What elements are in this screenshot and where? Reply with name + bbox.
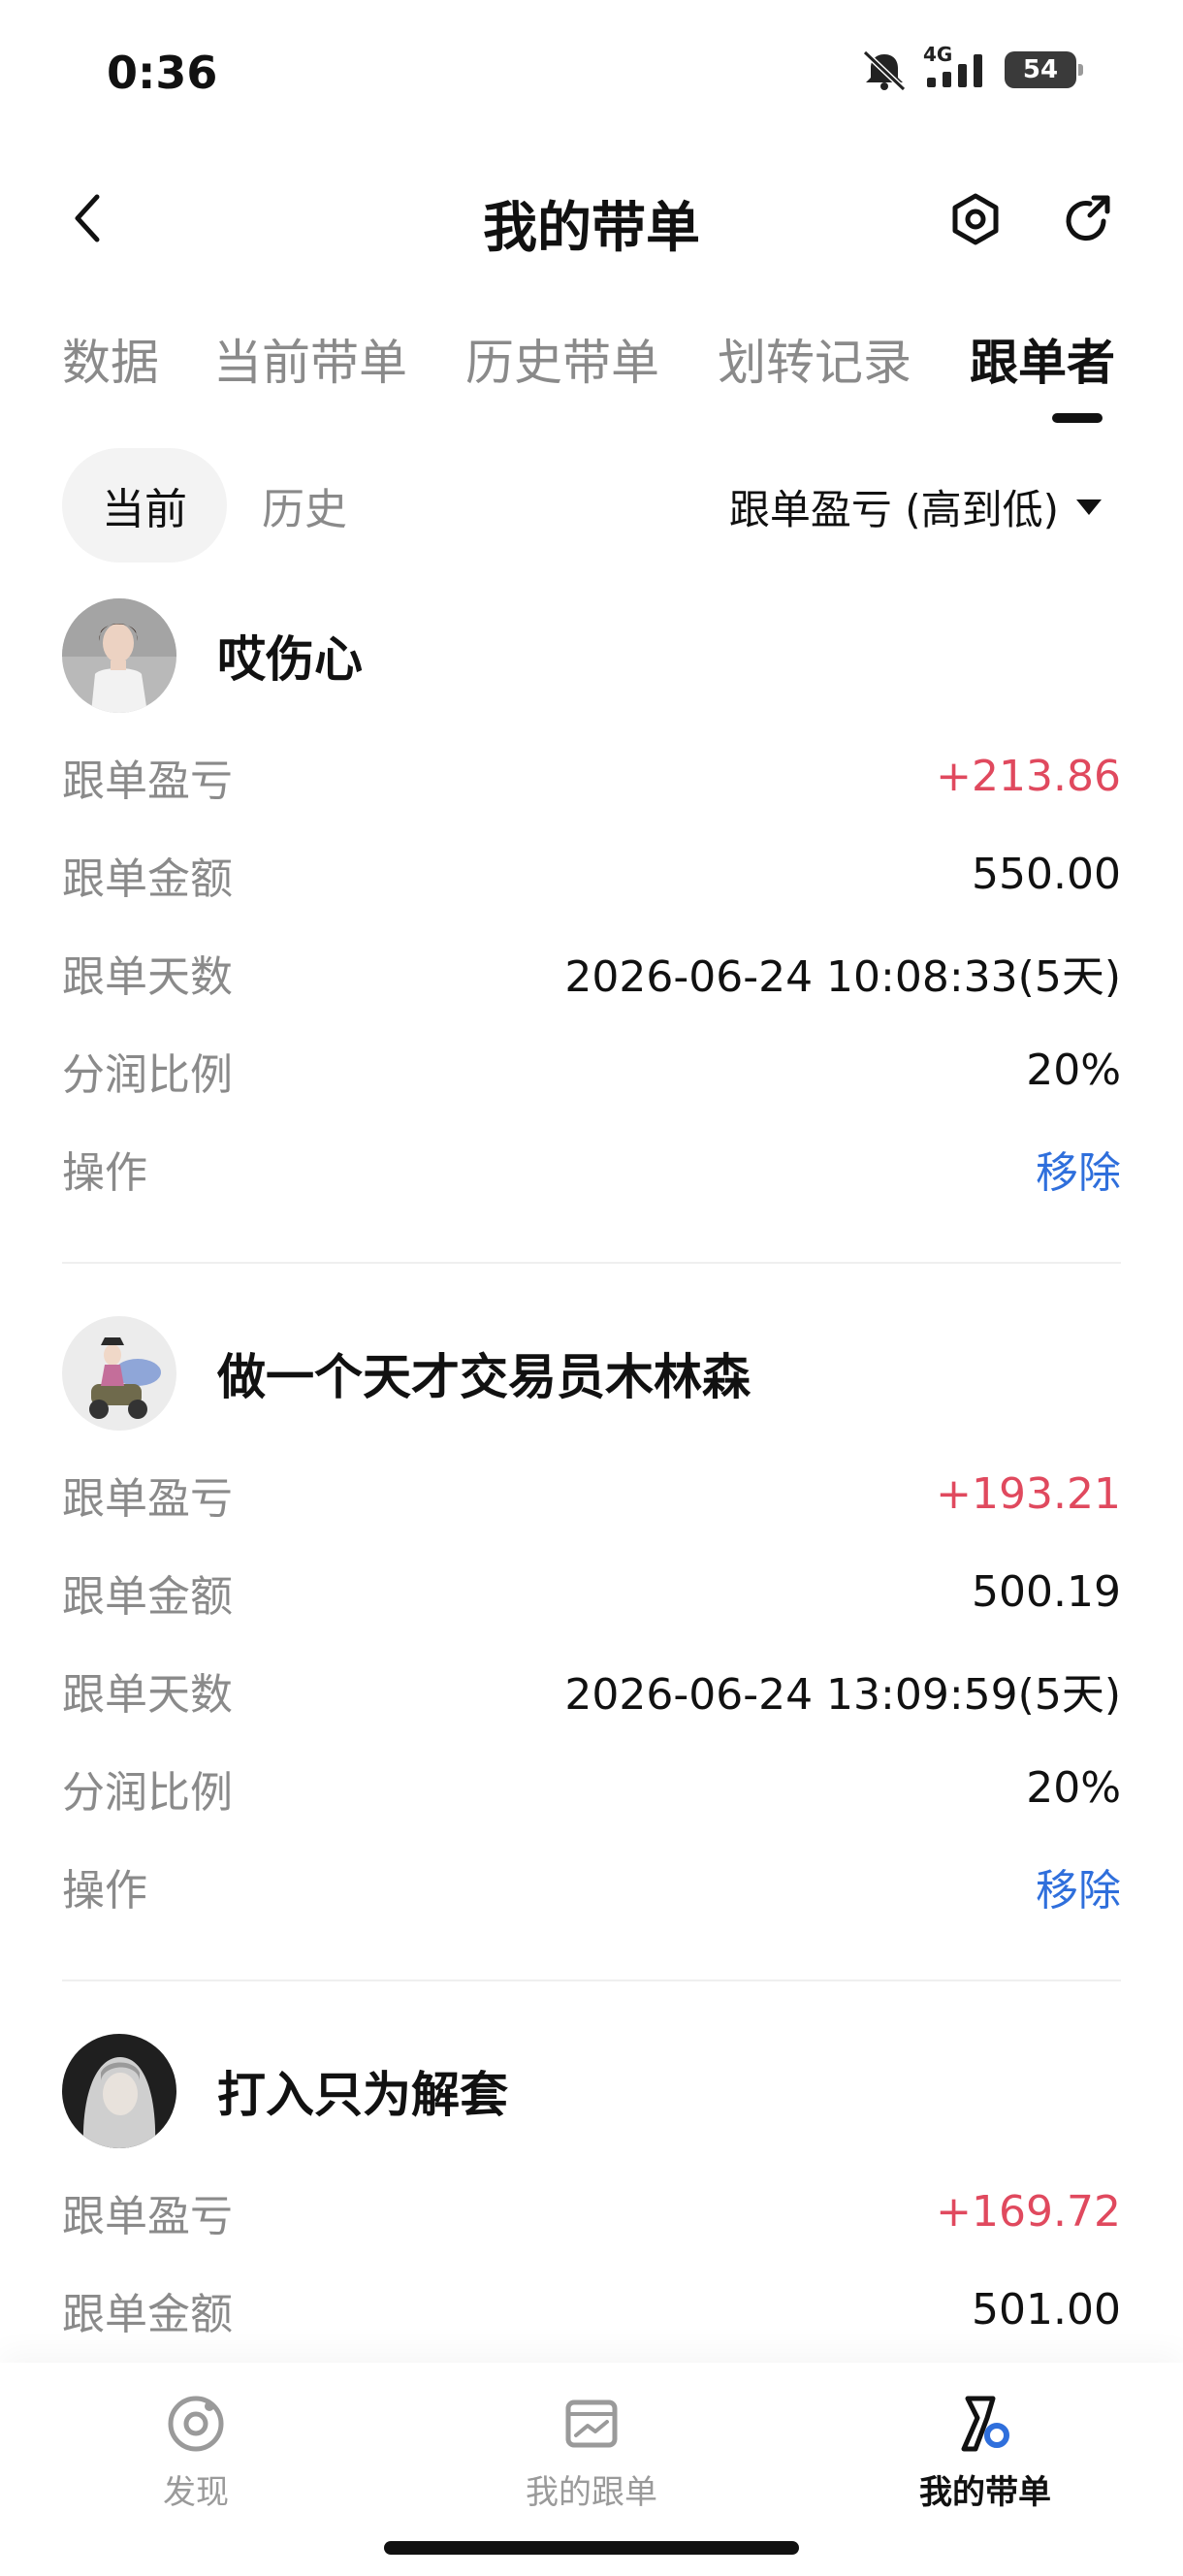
profit-label: 跟单盈亏 xyxy=(62,756,233,806)
follower-name: 哎伤心 xyxy=(217,631,363,688)
days-row: 跟单天数 2026-06-24 13:09:59(5天) xyxy=(62,1641,1121,1739)
follower-card: 哎伤心 跟单盈亏 +213.86 跟单金额 550.00 跟单天数 2026-0… xyxy=(62,596,1121,1264)
settings-icon xyxy=(952,193,999,245)
tab-current-leading[interactable]: 当前带单 xyxy=(213,324,407,394)
leader-icon xyxy=(954,2390,1016,2458)
profit-value: +213.86 xyxy=(936,752,1121,801)
chart-box-icon xyxy=(560,2390,623,2458)
profit-row: 跟单盈亏 +193.21 xyxy=(62,1445,1121,1543)
remove-button[interactable]: 移除 xyxy=(1036,1855,1121,1917)
share-label: 分润比例 xyxy=(62,1049,233,1100)
app-header: 我的带单 xyxy=(0,165,1183,272)
battery-icon: 54 xyxy=(1005,51,1083,88)
profit-row: 跟单盈亏 +169.72 xyxy=(62,2163,1121,2261)
days-value: 2026-06-24 13:09:59(5天) xyxy=(564,1669,1121,1720)
nav-discover[interactable]: 发现 xyxy=(80,2390,312,2513)
status-time: 0:36 xyxy=(107,47,218,99)
chevron-down-icon xyxy=(1076,499,1102,515)
tab-followers[interactable]: 跟单者 xyxy=(970,324,1115,394)
follower-card: 做一个天才交易员木林森 跟单盈亏 +193.21 跟单金额 500.19 跟单天… xyxy=(62,1313,1121,1981)
sort-dropdown[interactable]: 跟单盈亏 (高到低) xyxy=(729,477,1102,536)
remove-button[interactable]: 移除 xyxy=(1036,1138,1121,1200)
days-label: 跟单天数 xyxy=(62,951,233,1002)
nav-my-copy[interactable]: 我的跟单 xyxy=(475,2390,708,2513)
divider xyxy=(62,1980,1121,1981)
amount-row: 跟单金额 550.00 xyxy=(62,825,1121,923)
tab-transfer-records[interactable]: 划转记录 xyxy=(718,324,911,394)
mute-icon xyxy=(859,48,910,91)
nav-my-lead[interactable]: 我的带单 xyxy=(869,2390,1102,2513)
share-button[interactable] xyxy=(1053,184,1123,254)
amount-row: 跟单金额 500.19 xyxy=(62,1543,1121,1641)
settings-button[interactable] xyxy=(941,184,1010,254)
follower-card: 打入只为解套 跟单盈亏 +169.72 跟单金额 501.00 xyxy=(62,2031,1121,2359)
amount-label: 跟单金额 xyxy=(62,853,233,904)
status-bar: 0:36 4G 54 xyxy=(0,0,1183,145)
share-value: 20% xyxy=(1026,1046,1121,1095)
follower-name: 打入只为解套 xyxy=(217,2067,508,2123)
share-label: 分润比例 xyxy=(62,1767,233,1818)
chip-current[interactable]: 当前 xyxy=(62,448,227,563)
tab-history-leading[interactable]: 历史带单 xyxy=(465,324,659,394)
nav-my-copy-label: 我的跟单 xyxy=(526,2473,657,2512)
profit-label: 跟单盈亏 xyxy=(62,1473,233,1524)
avatar[interactable] xyxy=(62,2034,176,2148)
profit-value: +169.72 xyxy=(936,2187,1121,2237)
follower-header: 哎伤心 xyxy=(62,596,1121,716)
amount-row: 跟单金额 501.00 xyxy=(62,2261,1121,2359)
status-icons: 4G 54 xyxy=(859,43,1083,91)
action-label: 操作 xyxy=(62,1865,147,1916)
amount-value: 550.00 xyxy=(972,850,1121,899)
discover-icon xyxy=(165,2390,227,2458)
nav-my-lead-label: 我的带单 xyxy=(919,2473,1051,2512)
network-label: 4G xyxy=(923,43,953,66)
profit-row: 跟单盈亏 +213.86 xyxy=(62,727,1121,825)
avatar[interactable] xyxy=(62,1316,176,1431)
share-icon xyxy=(1066,195,1110,242)
tab-data[interactable]: 数据 xyxy=(62,324,159,394)
action-row: 操作 移除 xyxy=(62,1837,1121,1935)
divider xyxy=(62,1262,1121,1264)
signal-icon: 4G xyxy=(923,43,991,91)
nav-discover-label: 发现 xyxy=(163,2473,229,2512)
follower-header: 做一个天才交易员木林森 xyxy=(62,1313,1121,1433)
share-row: 分润比例 20% xyxy=(62,1739,1121,1837)
action-label: 操作 xyxy=(62,1147,147,1198)
follower-name: 做一个天才交易员木林森 xyxy=(217,1349,751,1405)
top-tabs: 数据 当前带单 历史带单 划转记录 跟单者 xyxy=(0,310,1183,417)
home-indicator[interactable] xyxy=(384,2541,799,2555)
amount-label: 跟单金额 xyxy=(62,1571,233,1622)
follower-header: 打入只为解套 xyxy=(62,2031,1121,2151)
share-value: 20% xyxy=(1026,1763,1121,1813)
follower-filter: 当前 历史 跟单盈亏 (高到低) xyxy=(62,448,1121,563)
amount-value: 500.19 xyxy=(972,1567,1121,1617)
action-row: 操作 移除 xyxy=(62,1119,1121,1217)
chip-history[interactable]: 历史 xyxy=(227,448,382,563)
profit-label: 跟单盈亏 xyxy=(62,2191,233,2241)
amount-label: 跟单金额 xyxy=(62,2289,233,2339)
active-tab-indicator xyxy=(1052,413,1103,423)
sort-label: 跟单盈亏 (高到低) xyxy=(728,486,1059,533)
avatar[interactable] xyxy=(62,598,176,713)
amount-value: 501.00 xyxy=(972,2285,1121,2334)
days-value: 2026-06-24 10:08:33(5天) xyxy=(564,951,1121,1002)
profit-value: +193.21 xyxy=(936,1469,1121,1519)
days-label: 跟单天数 xyxy=(62,1669,233,1720)
share-row: 分润比例 20% xyxy=(62,1021,1121,1119)
days-row: 跟单天数 2026-06-24 10:08:33(5天) xyxy=(62,923,1121,1021)
